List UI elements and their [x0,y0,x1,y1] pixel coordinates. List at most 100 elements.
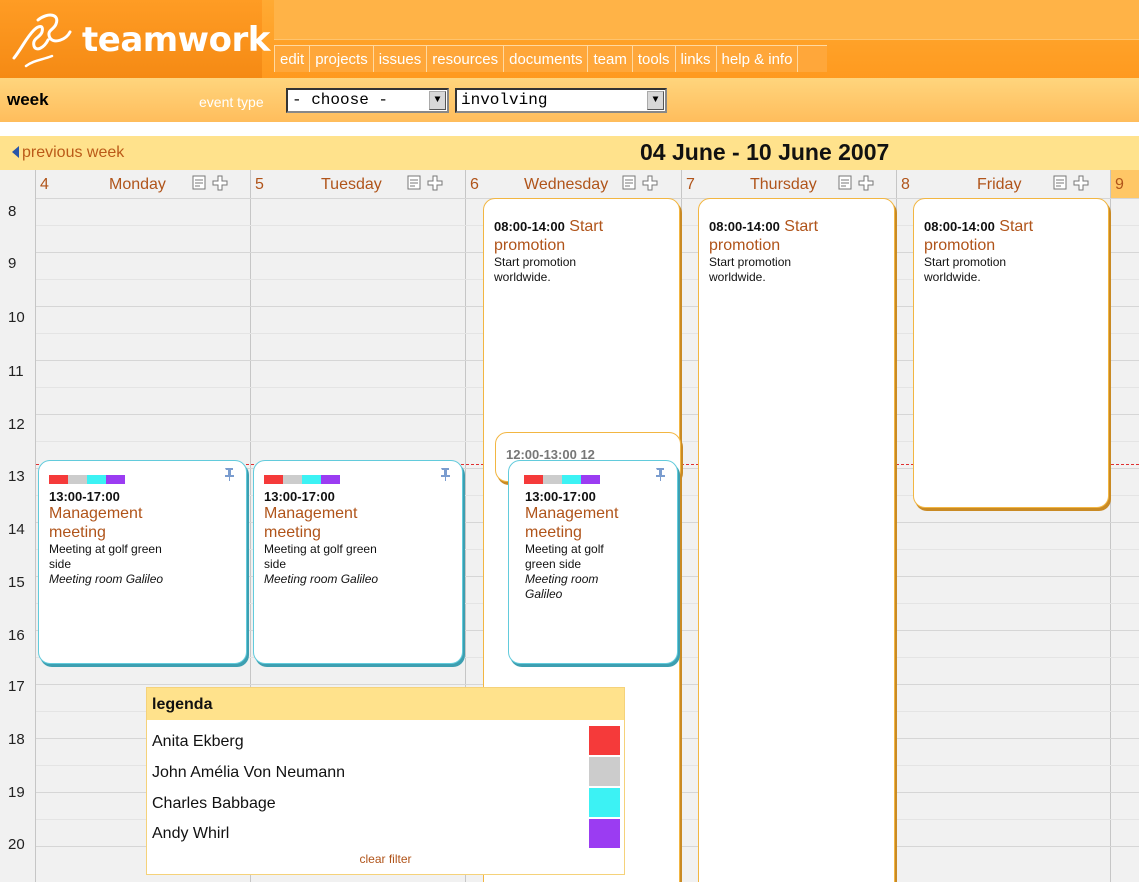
event-description: Start promotion [494,255,577,269]
previous-week-link[interactable]: previous week [12,144,124,162]
participant-colors [49,475,236,484]
nav-issues[interactable]: issues [372,45,427,72]
event-title-cont[interactable]: promotion [924,236,1098,255]
day-column-saturday[interactable] [1111,198,1139,882]
nav-edit[interactable]: edit [274,45,310,72]
week-title: 04 June - 10 June 2007 [640,139,890,165]
notes-icon[interactable] [192,175,206,190]
event-location: Galileo [525,587,563,601]
event-time: 08:00-14:00 [924,219,995,234]
hour-label: 20 [8,836,25,853]
add-icon[interactable] [212,175,228,191]
hour-label: 14 [8,521,25,538]
nav-links[interactable]: links [674,45,716,72]
notes-icon[interactable] [407,175,421,190]
hour-label: 16 [8,627,25,644]
color-john [283,475,302,484]
logo[interactable]: teamwork [0,0,270,78]
nav-spacer [797,45,828,72]
legend-person-john[interactable]: John Amélia Von Neumann [152,764,345,782]
legend-swatch-john[interactable] [589,757,620,786]
notes-icon[interactable] [622,175,636,190]
event-title-cont[interactable]: promotion [709,236,884,255]
pin-icon[interactable] [438,467,452,481]
top-banner [274,0,1139,40]
add-icon[interactable] [1073,175,1089,191]
hour-label: 18 [8,731,25,748]
nav-help-info[interactable]: help & info [715,45,798,72]
event-time: 13:00-17:00 [525,489,596,504]
notes-icon[interactable] [838,175,852,190]
event-title[interactable]: Management [49,504,236,523]
event-start-promotion-thu[interactable]: 08:00-14:00 Start promotion Start promot… [698,198,895,882]
event-title-cont[interactable]: promotion [494,236,669,255]
color-john [543,475,562,484]
legend-swatch-andy[interactable] [589,819,620,848]
clear-filter-link[interactable]: clear filter [147,852,624,866]
add-icon[interactable] [642,175,658,191]
nav-documents[interactable]: documents [503,45,588,72]
event-location: Meeting room [525,572,599,586]
notes-icon[interactable] [1053,175,1067,190]
hour-label: 9 [8,255,17,272]
color-john [68,475,87,484]
hour-label: 13 [8,468,25,485]
event-management-meeting-tue[interactable]: 13:00-17:00 Management meeting Meeting a… [253,460,463,664]
legend-swatch-charles[interactable] [589,788,620,817]
event-type-label: event type [199,94,264,110]
week-navigation: previous week 04 June - 10 June 2007 [0,136,1139,170]
event-time: 13:00-17:00 [264,489,335,504]
nav-tools[interactable]: tools [631,45,675,72]
pin-icon[interactable] [222,467,236,481]
event-time: 08:00-14:00 [709,219,780,234]
event-description: Meeting at golf green [49,542,162,556]
event-title[interactable]: Management [264,504,452,523]
nav-projects[interactable]: projects [309,45,373,72]
event-heading: 08:00-14:00 Start [494,217,669,236]
dropdown-arrow-icon[interactable]: ▼ [429,91,446,110]
day-name: Friday [977,176,1022,193]
color-anita [49,475,68,484]
color-anita [264,475,283,484]
hour-label: 10 [8,309,25,326]
legend-person-charles[interactable]: Charles Babbage [152,795,276,813]
event-body: 13:00-17:00 Management meeting Meeting a… [519,489,667,602]
hour-label: 15 [8,574,25,591]
event-description: worldwide. [924,270,981,284]
nav-resources[interactable]: resources [426,45,504,72]
event-title-cont[interactable]: meeting [264,523,452,542]
event-start-promotion-fri[interactable]: 08:00-14:00 Start promotion Start promot… [913,198,1109,508]
event-title[interactable]: Start [569,218,603,235]
color-anita [524,475,543,484]
event-description: Start promotion [709,255,792,269]
event-management-meeting-mon[interactable]: 13:00-17:00 Management meeting Meeting a… [38,460,247,664]
color-andy [581,475,600,484]
event-title-cont[interactable]: meeting [49,523,236,542]
legend-swatch-anita[interactable] [589,726,620,755]
legend-panel: legenda Anita Ekberg John Amélia Von Neu… [146,687,625,875]
involving-select[interactable]: involving ▼ [455,88,667,113]
add-icon[interactable] [427,175,443,191]
add-icon[interactable] [858,175,874,191]
dropdown-arrow-icon[interactable]: ▼ [647,91,664,110]
previous-week-label: previous week [22,144,125,161]
legend-title: legenda [147,688,624,720]
event-title-cont[interactable]: meeting [525,523,667,542]
event-management-meeting-wed[interactable]: 13:00-17:00 Management meeting Meeting a… [508,460,678,664]
legend-person-andy[interactable]: Andy Whirl [152,825,229,843]
day-number: 5 [255,176,264,193]
event-description: worldwide. [709,270,766,284]
logo-text: teamwork [82,20,270,60]
event-title[interactable]: Start [999,218,1033,235]
pin-icon[interactable] [653,467,667,481]
nav-team[interactable]: team [587,45,632,72]
event-title[interactable]: Management [525,504,667,523]
event-description: side [49,557,72,571]
event-description: side [264,557,287,571]
day-actions [407,175,445,196]
day-name: Wednesday [524,176,609,193]
event-title[interactable]: Start [784,218,818,235]
legend-person-anita[interactable]: Anita Ekberg [152,733,244,751]
event-type-select[interactable]: - choose - ▼ [286,88,449,113]
color-andy [321,475,340,484]
